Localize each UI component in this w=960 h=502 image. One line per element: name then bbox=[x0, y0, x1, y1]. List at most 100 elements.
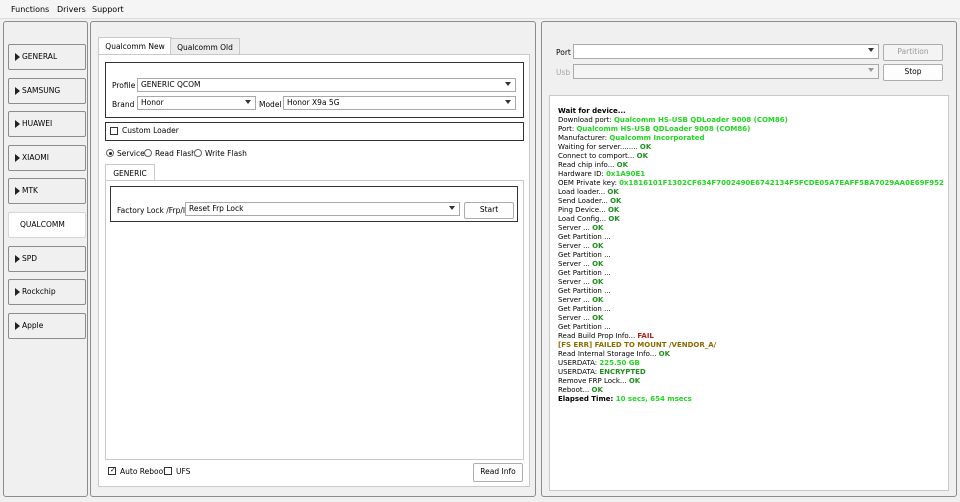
sidebar-item-huawei[interactable]: HUAWEI bbox=[8, 111, 86, 137]
log-line: Get Partition ... bbox=[558, 269, 948, 278]
chevron-down-icon bbox=[868, 48, 874, 52]
log-segment: Read Internal Storage Info... bbox=[558, 350, 659, 358]
log-segment: 0x1A90E1 bbox=[606, 170, 646, 178]
log-segment: Qualcomm HS-USB QDLoader 9008 (COM86) bbox=[613, 116, 788, 124]
log-line: Hardware ID: 0x1A90E1 bbox=[558, 170, 948, 179]
log-line: Manufacturer: Qualcomm Incorporated bbox=[558, 134, 948, 143]
log-line: Get Partition ... bbox=[558, 233, 948, 242]
check-mark-icon: ✓ bbox=[110, 466, 116, 474]
log-line: Reboot... OK bbox=[558, 386, 948, 395]
log-line: Get Partition ... bbox=[558, 287, 948, 296]
ufs-label: UFS bbox=[176, 467, 191, 476]
partition-button[interactable]: Partition bbox=[883, 44, 943, 61]
log-segment: Reboot... bbox=[558, 386, 592, 394]
triangle-right-icon bbox=[15, 288, 20, 296]
factory-lock-select[interactable]: Reset Frp Lock bbox=[185, 202, 460, 216]
log-segment: Server ... bbox=[558, 242, 593, 250]
log-line: Get Partition ... bbox=[558, 323, 948, 332]
log-segment: Get Partition ... bbox=[558, 233, 611, 241]
log-segment: Manufacturer: bbox=[558, 134, 610, 142]
mode-read-flash-radio[interactable] bbox=[144, 149, 152, 157]
log-segment: FAIL bbox=[637, 332, 654, 340]
log-segment: Server ... bbox=[558, 260, 593, 268]
model-select[interactable]: Honor X9a 5G bbox=[283, 96, 516, 110]
sidebar-item-mtk[interactable]: MTK bbox=[8, 178, 86, 204]
log-segment: OK bbox=[592, 278, 604, 286]
mode-service-radio[interactable] bbox=[106, 149, 114, 157]
log-segment: Waiting for server........ bbox=[558, 143, 640, 151]
read-info-button[interactable]: Read Info bbox=[473, 463, 523, 482]
log-segment: OK bbox=[639, 143, 652, 151]
sidebar-item-qualcomm[interactable]: QUALCOMM bbox=[8, 212, 86, 238]
menu-drivers[interactable]: Drivers bbox=[57, 5, 86, 14]
auto-reboot-label: Auto Reboot bbox=[120, 467, 167, 476]
usb-label: Usb bbox=[556, 68, 571, 77]
log-segment: OK bbox=[592, 314, 604, 322]
sidebar-item-spd[interactable]: SPD bbox=[8, 246, 86, 272]
log-line: Port: Qualcomm HS-USB QDLoader 9008 (COM… bbox=[558, 125, 948, 134]
port-select[interactable] bbox=[573, 44, 879, 59]
log-segment: OK bbox=[592, 242, 604, 250]
log-segment: Load Config... bbox=[558, 215, 609, 223]
log-segment: 10 secs, 654 msecs bbox=[615, 395, 692, 403]
log-line: Ping Device... OK bbox=[558, 206, 948, 215]
chevron-down-icon bbox=[245, 100, 251, 104]
log-segment: Qualcomm Incorporated bbox=[609, 134, 705, 142]
log-line: USERDATA: ENCRYPTED bbox=[558, 368, 948, 377]
profile-select[interactable]: GENERIC QCOM bbox=[137, 78, 516, 92]
log-line: Waiting for server........ OK bbox=[558, 143, 948, 152]
log-segment: Load loader... bbox=[558, 188, 608, 196]
log-segment: [FS ERR] FAILED TO MOUNT /VENDOR_A/ bbox=[558, 341, 717, 349]
log-segment: OK bbox=[608, 215, 620, 223]
sidebar-item-samsung[interactable]: SAMSUNG bbox=[8, 78, 86, 104]
log-segment: 0x1816101F1302CF634F7002490E6742134F5FCD… bbox=[619, 179, 944, 187]
port-label: Port bbox=[556, 48, 571, 57]
start-button[interactable]: Start bbox=[464, 202, 514, 219]
log-segment: 225.50 GB bbox=[599, 359, 640, 367]
log-line: Server ... OK bbox=[558, 242, 948, 251]
log-segment: OK bbox=[607, 206, 620, 214]
log-line: Server ... OK bbox=[558, 278, 948, 287]
log-segment: OK bbox=[592, 296, 604, 304]
log-segment: Get Partition ... bbox=[558, 269, 611, 277]
log-segment: Get Partition ... bbox=[558, 251, 611, 259]
log-segment: Get Partition ... bbox=[558, 287, 611, 295]
ufs-checkbox[interactable] bbox=[164, 467, 172, 475]
mode-write-flash-radio[interactable] bbox=[194, 149, 202, 157]
log-segment: Server ... bbox=[558, 278, 593, 286]
triangle-right-icon bbox=[15, 120, 20, 128]
triangle-right-icon bbox=[15, 87, 20, 95]
custom-loader-label: Custom Loader bbox=[122, 126, 179, 135]
brand-label: Brand bbox=[112, 100, 135, 109]
log-line: Server ... OK bbox=[558, 314, 948, 323]
triangle-right-icon bbox=[15, 154, 20, 162]
log-segment: Hardware ID: bbox=[558, 170, 607, 178]
log-segment: OK bbox=[636, 152, 648, 160]
sidebar-item-rockchip[interactable]: Rockchip bbox=[8, 279, 86, 305]
log-segment: Get Partition ... bbox=[558, 305, 611, 313]
sidebar-item-general[interactable]: GENERAL bbox=[8, 44, 86, 70]
menu-functions[interactable]: Functions bbox=[11, 5, 49, 14]
log-segment: OK bbox=[591, 386, 603, 394]
menu-support[interactable]: Support bbox=[92, 5, 124, 14]
chevron-down-icon bbox=[868, 68, 874, 72]
log-segment: OK bbox=[616, 161, 628, 169]
log-segment: Port: bbox=[558, 125, 577, 133]
sidebar-item-apple[interactable]: Apple bbox=[8, 313, 86, 339]
log-segment: Send Loader... bbox=[558, 197, 611, 205]
triangle-right-icon bbox=[15, 187, 20, 195]
generic-tab-content bbox=[105, 180, 524, 460]
custom-loader-checkbox[interactable] bbox=[110, 127, 118, 135]
stop-button[interactable]: Stop bbox=[883, 64, 943, 81]
log-segment: Qualcomm HS-USB QDLoader 9008 (COM86) bbox=[576, 125, 751, 133]
log-segment: Ping Device... bbox=[558, 206, 608, 214]
sidebar-panel: GENERAL SAMSUNG HUAWEI XIAOMI MTK QUALCO… bbox=[3, 21, 88, 497]
log-line: Read chip info... OK bbox=[558, 161, 948, 170]
log-segment: Connect to comport... bbox=[558, 152, 637, 160]
brand-select[interactable]: Honor bbox=[137, 96, 256, 110]
auto-reboot-checkbox[interactable]: ✓ bbox=[108, 466, 116, 475]
usb-select[interactable] bbox=[573, 64, 879, 79]
sidebar-item-xiaomi[interactable]: XIAOMI bbox=[8, 145, 86, 171]
log-line: Load Config... OK bbox=[558, 215, 948, 224]
menu-bar: Functions Drivers Support bbox=[0, 0, 960, 19]
